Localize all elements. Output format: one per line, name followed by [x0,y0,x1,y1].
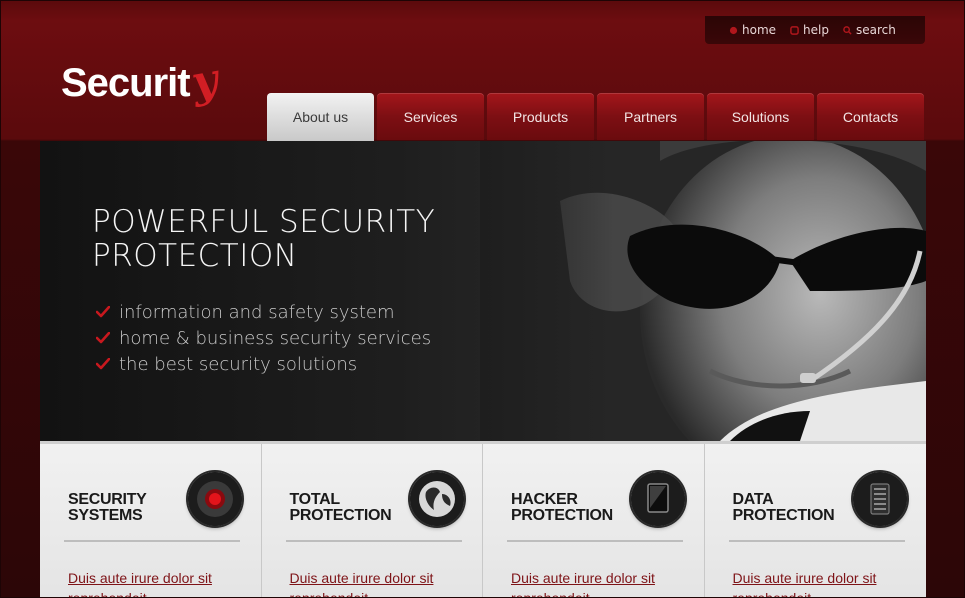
feature-card-security-systems: SECURITY SYSTEMS Duis aute irure dolor s… [40,444,262,598]
feature-divider [728,540,905,542]
utility-link-search[interactable]: search [843,23,896,37]
feature-link-line: reprehendeit [68,590,147,598]
page: home help search Securit y About us Serv… [0,0,965,598]
feature-link-line: reprehendeit [289,590,369,598]
feature-link[interactable]: Duis aute irure dolor sit reprehendeit [511,568,691,598]
hero-bullet-text: home & business security services [119,327,432,349]
feature-divider [64,540,240,542]
hero-bullet: information and safety system [96,299,431,325]
feature-card-data-protection: DATA PROTECTION Duis aute irure dolor si… [705,444,927,598]
security-agent-photo [480,141,926,441]
feature-title-line: HACKER [511,491,578,508]
feature-link[interactable]: Duis aute irure dolor sit reprehendeit [289,568,470,598]
nav-tab-contacts[interactable]: Contacts [817,93,924,140]
logo-text: Securit [61,61,191,105]
hero-bullet-text: information and safety system [119,301,395,323]
nav-tab-products[interactable]: Products [487,93,594,140]
feature-link-line: Duis aute irure dolor sit [289,570,434,586]
logo-accent: y [187,54,221,109]
help-icon [790,25,799,35]
main-nav: About us Services Products Partners Solu… [267,93,924,141]
nav-tab-solutions[interactable]: Solutions [707,93,814,140]
feature-link-line: reprehendeit [732,590,812,598]
server-icon [852,472,907,526]
hero-bullet: home & business security services [96,325,431,351]
utility-link-label: home [742,23,777,37]
feature-divider [285,540,462,542]
checkmark-icon [96,306,110,318]
feature-link-line: Duis aute irure dolor sit [68,570,212,586]
checkmark-icon [96,332,110,344]
feature-link-line: reprehendeit [511,590,590,598]
hero-title-line: PROTECTION [92,238,298,274]
hero-bullet-text: the best security solutions [119,353,358,375]
nav-tab-services[interactable]: Services [377,93,484,140]
feature-link[interactable]: Duis aute irure dolor sit reprehendeit [68,568,248,598]
features-section: SECURITY SYSTEMS Duis aute irure dolor s… [40,441,927,598]
feature-card-total-protection: TOTAL PROTECTION Duis aute irure dolor s… [262,444,483,598]
home-icon [729,26,738,34]
hero-title-line: POWERFUL SECURITY [92,204,436,240]
feature-title-line: PROTECTION [289,507,392,524]
feature-divider [507,540,683,542]
utility-link-home[interactable]: home [729,23,776,37]
feature-title-line: TOTAL [289,491,341,508]
hero-bullet: the best security solutions [96,351,431,377]
nav-tab-partners[interactable]: Partners [597,93,704,140]
alarm-button-icon [188,472,242,526]
utility-bar: home help search [705,16,925,44]
hero-banner: POWERFUL SECURITY PROTECTION information… [40,141,926,441]
monitor-icon [631,472,685,526]
feature-link[interactable]: Duis aute irure dolor sit reprehendeit [732,568,913,598]
feature-title-line: DATA [732,491,774,508]
feature-card-hacker-protection: HACKER PROTECTION Duis aute irure dolor … [483,444,705,598]
nav-tab-about-us[interactable]: About us [267,93,374,141]
utility-link-help[interactable]: help [790,23,829,37]
feature-title: TOTAL PROTECTION [290,492,420,524]
utility-link-label: search [855,23,896,37]
utility-link-label: help [803,23,829,37]
checkmark-icon [96,358,110,370]
globe-icon [409,472,464,526]
feature-title-line: SECURITY [68,491,147,508]
search-icon [843,25,852,35]
feature-title: SECURITY SYSTEMS [68,492,198,524]
feature-title: DATA PROTECTION [733,492,863,524]
feature-link-line: Duis aute irure dolor sit [732,570,877,586]
hero-bullet-list: information and safety system home & bus… [96,299,431,377]
site-logo[interactable]: Securit y [61,54,220,108]
feature-title-line: PROTECTION [511,507,613,524]
hero-title: POWERFUL SECURITY PROTECTION [92,205,512,273]
feature-title-line: SYSTEMS [68,507,143,524]
feature-link-line: Duis aute irure dolor sit [511,570,655,586]
feature-title: HACKER PROTECTION [511,492,641,524]
feature-title-line: PROTECTION [732,507,835,524]
